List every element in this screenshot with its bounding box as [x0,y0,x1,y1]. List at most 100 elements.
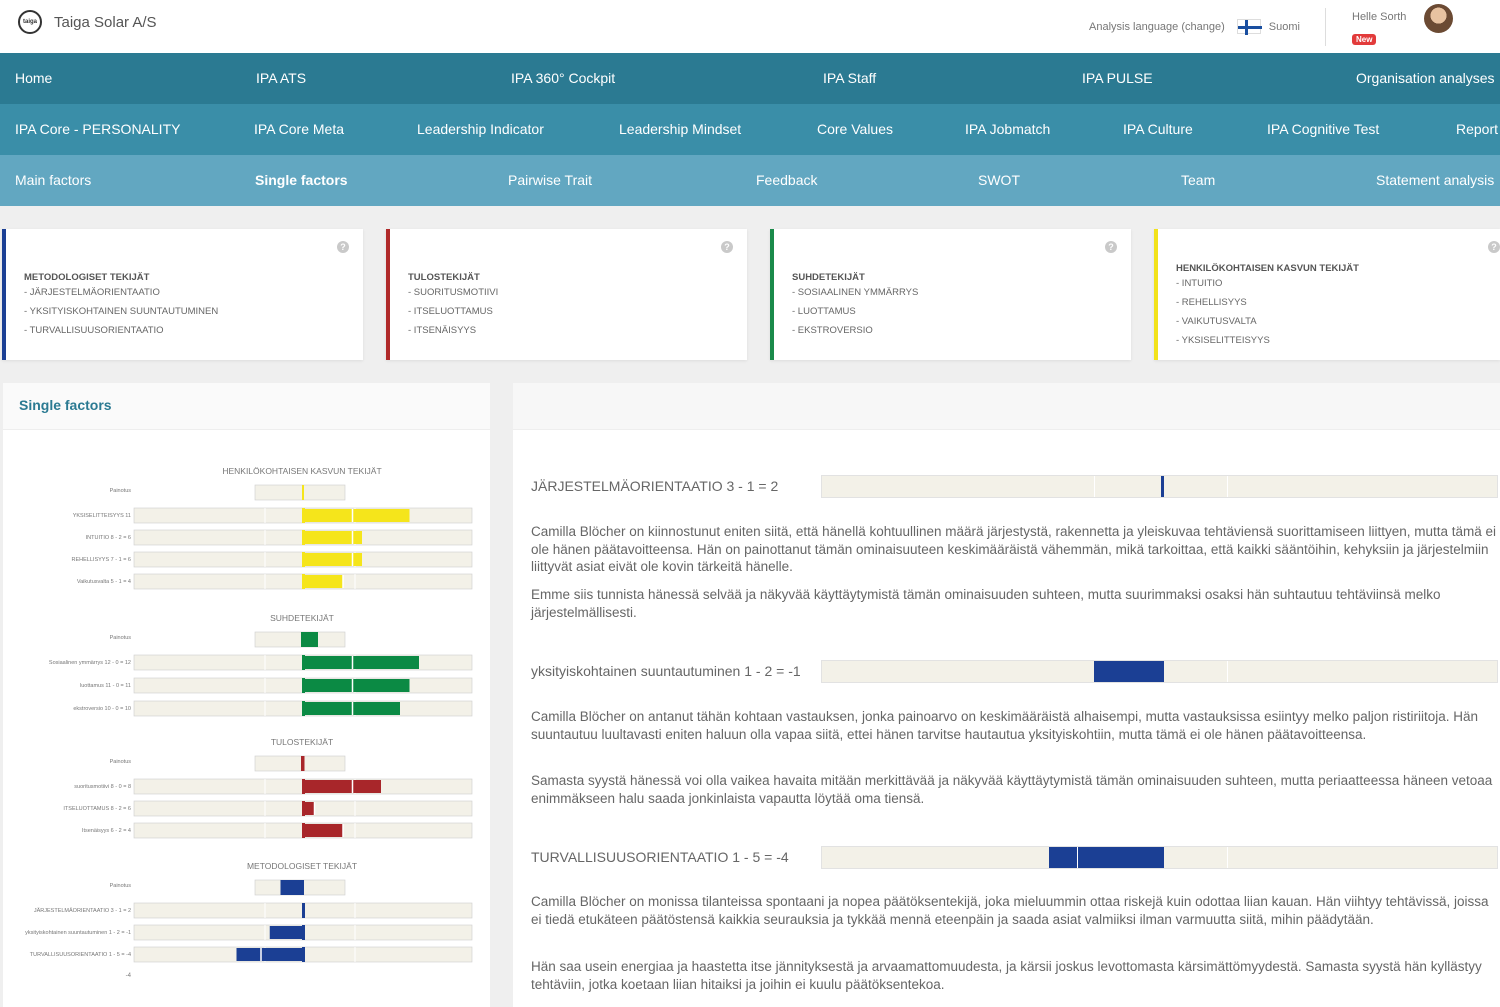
avatar[interactable] [1424,4,1453,33]
card-item: - JÄRJESTELMÄORIENTAATIO [24,287,160,298]
nav-ipa-360-cockpit[interactable]: IPA 360° Cockpit [511,70,615,86]
bar-tick [1227,476,1228,497]
factor-paragraph: Camilla Blöcher on kiinnostunut eniten s… [531,524,1497,574]
help-icon[interactable]: ? [1488,241,1500,253]
factor-paragraph: Emme siis tunnista hänessä selvää ja näk… [531,587,1441,620]
help-icon[interactable]: ? [1105,241,1117,253]
nav-core-values[interactable]: Core Values [817,121,893,137]
tab-feedback[interactable]: Feedback [756,172,817,188]
nav-report[interactable]: Report [1456,121,1498,137]
single-factors-panel: Single factors HENKILÖKOHTAISEN KASVUN T… [3,383,490,1007]
card-methodological: ? METODOLOGISET TEKIJÄT - JÄRJESTELMÄORI… [2,229,363,360]
brand[interactable]: taiga Taiga Solar A/S [18,10,157,34]
card-item: - SUORITUSMOTIIVI [408,287,499,298]
card-item: - INTUITIO [1176,278,1223,289]
factor-bar [305,679,410,692]
top-header: taiga Taiga Solar A/S Analysis language … [0,0,1500,53]
nav-ipa-cognitive-test[interactable]: IPA Cognitive Test [1267,121,1379,137]
painotus-track [254,484,346,501]
nav-organisation-analyses[interactable]: Organisation analyses [1356,70,1495,86]
language-name: Suomi [1268,20,1300,33]
factor-paragraph: Camilla Blöcher on antanut tähän kohtaan… [531,709,1478,742]
factor-row-label: REHELLISYYS 7 - 1 = 6 [72,557,131,563]
factor-label: JÄRJESTELMÄORIENTAATIO 3 - 1 = 2 [531,478,779,494]
factor-paragraph: Camilla Blöcher on monissa tilanteissa s… [531,894,1489,927]
tab-swot[interactable]: SWOT [978,172,1020,188]
factor-label: TURVALLISUUSORIENTAATIO 1 - 5 = -4 [531,849,789,865]
group-title: TULOSTEKIJÄT [271,737,333,747]
tab-main-factors[interactable]: Main factors [15,172,91,188]
card-item: - YKSISELITTEISYYS [1176,335,1270,346]
help-icon[interactable]: ? [721,241,733,253]
tab-single-factors[interactable]: Single factors [255,172,348,188]
factor-bar [305,531,362,544]
painotus-label: Painotus [110,883,132,889]
nav-ipa-core-personality[interactable]: IPA Core - PERSONALITY [15,121,180,137]
card-item: - REHELLISYYS [1176,297,1247,308]
factor-zero-marker [302,574,305,589]
painotus-marker [302,880,304,895]
nav-ipa-ats[interactable]: IPA ATS [256,70,306,86]
user-name[interactable]: Helle Sorth [1352,11,1406,23]
factor-bar [305,509,410,522]
factor-row-label: suoritusmotiivi 8 - 0 = 8 [74,784,131,790]
new-badge: New [1352,34,1377,45]
card-personal-growth: ? HENKILÖKOHTAISEN KASVUN TEKIJÄT - INTU… [1154,229,1500,360]
bar-marker [1161,847,1164,868]
group-title: HENKILÖKOHTAISEN KASVUN TEKIJÄT [222,466,381,476]
nav-ipa-staff[interactable]: IPA Staff [823,70,876,86]
main-nav: Home IPA ATS IPA 360° Cockpit IPA Staff … [0,53,1500,104]
finland-flag-icon [1236,19,1262,35]
factor-zero-marker [302,903,305,918]
factor-bar [305,780,381,793]
language-selector[interactable]: Analysis language (change) Suomi [1089,19,1300,35]
card-item: - ITSENÄISYYS [408,325,477,336]
factor-bar [236,948,303,961]
factor-zero-marker [302,823,305,838]
nav-leadership-mindset[interactable]: Leadership Mindset [619,121,741,137]
painotus-bar [280,880,303,895]
nav-ipa-culture[interactable]: IPA Culture [1123,121,1193,137]
card-title: TULOSTEKIJÄT [408,272,480,283]
bar-fill [1093,661,1161,682]
card-item: - LUOTTAMUS [792,306,856,317]
factor-bar [269,926,303,939]
tab-statement-analysis[interactable]: Statement analysis [1376,172,1494,188]
bar-tick [1077,847,1078,868]
factor-zero-marker [302,552,305,567]
factor-bar [821,846,1498,869]
bar-tick [1227,847,1228,868]
card-title: METODOLOGISET TEKIJÄT [24,272,150,283]
factor-row-label: Itsenäisyys 6 - 2 = 4 [82,828,131,834]
card-item: - VAIKUTUSVALTA [1176,316,1257,327]
nav-leadership-indicator[interactable]: Leadership Indicator [417,121,544,137]
factor-zero-marker [302,655,305,670]
group-title: SUHDETEKIJÄT [270,613,334,623]
nav-ipa-core-meta[interactable]: IPA Core Meta [254,121,344,137]
card-item: - SOSIAALINEN YMMÄRRYS [792,287,919,298]
tab-team[interactable]: Team [1181,172,1215,188]
company-name: Taiga Solar A/S [54,13,157,31]
painotus-track [254,755,346,772]
bar-tick [1227,661,1228,682]
card-item: - ITSELUOTTAMUS [408,306,493,317]
factor-zero-marker [302,779,305,794]
factor-zero-marker [302,801,305,816]
factor-zero-marker [302,947,305,962]
nav-ipa-jobmatch[interactable]: IPA Jobmatch [965,121,1050,137]
group-title: METODOLOGISET TEKIJÄT [247,861,357,871]
nav-ipa-pulse[interactable]: IPA PULSE [1082,70,1153,86]
factor-row-label: ITSELUOTTAMUS 8 - 2 = 6 [63,806,131,812]
analysis-language-link[interactable]: Analysis language (change) [1089,21,1225,33]
factor-bar [305,802,315,815]
factor-row-label: luottamus 11 - 0 = 11 [80,683,131,689]
axis-min-label: -4 [126,973,132,979]
card-relations: ? SUHDETEKIJÄT - SOSIAALINEN YMMÄRRYS - … [770,229,1131,360]
bar-fill [1048,847,1161,868]
painotus-track [254,631,346,648]
tab-pairwise-trait[interactable]: Pairwise Trait [508,172,592,188]
factor-zero-marker [302,508,305,523]
painotus-marker [302,485,304,500]
help-icon[interactable]: ? [337,241,349,253]
nav-home[interactable]: Home [15,70,52,86]
